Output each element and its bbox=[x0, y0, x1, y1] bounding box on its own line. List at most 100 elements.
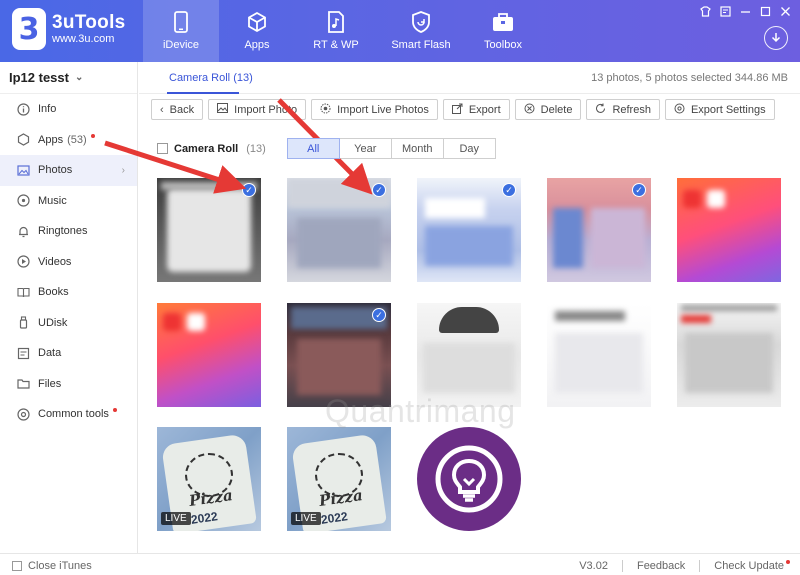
selected-check-icon: ✓ bbox=[372, 183, 386, 197]
live-badge: LIVE bbox=[291, 512, 321, 525]
restore-icon[interactable] bbox=[758, 4, 772, 18]
sidebar-item-label: Apps bbox=[38, 133, 64, 146]
download-icon[interactable] bbox=[764, 26, 788, 50]
music-file-icon bbox=[325, 11, 347, 33]
sidebar-item-label: Data bbox=[38, 347, 62, 360]
chevron-left-icon: ‹ bbox=[160, 103, 164, 116]
music-icon bbox=[16, 194, 30, 208]
photo-thumb-3[interactable]: ✓ bbox=[417, 178, 521, 282]
sidebar-item-files[interactable]: Files bbox=[0, 369, 137, 400]
sidebar-item-videos[interactable]: Videos bbox=[0, 247, 137, 278]
check-update-link[interactable]: Check Update bbox=[714, 560, 784, 572]
selected-check-icon: ✓ bbox=[502, 183, 516, 197]
nav-smart-flash[interactable]: Smart Flash bbox=[377, 0, 465, 62]
close-itunes-checkbox[interactable] bbox=[12, 561, 22, 571]
export-settings-label: Export Settings bbox=[690, 103, 766, 116]
video-icon bbox=[16, 255, 30, 269]
import-live-photos-button[interactable]: Import Live Photos bbox=[311, 99, 438, 120]
photo-thumb-4[interactable]: ✓ bbox=[547, 178, 651, 282]
sidebar-item-data[interactable]: Data bbox=[0, 338, 137, 369]
folder-icon bbox=[16, 377, 30, 391]
sidebar-item-info[interactable]: Info bbox=[0, 94, 137, 125]
photo-thumb-5[interactable] bbox=[677, 178, 781, 282]
info-icon bbox=[16, 102, 30, 116]
feedback-icon[interactable] bbox=[718, 4, 732, 18]
data-icon bbox=[16, 346, 30, 360]
status-bar: Close iTunes V3.02 Feedback Check Update bbox=[0, 553, 800, 575]
toolbox-icon bbox=[492, 11, 514, 33]
device-selector[interactable]: Ip12 tesst ⌄ bbox=[0, 62, 137, 94]
selected-check-icon: ✓ bbox=[372, 308, 386, 322]
segment-all[interactable]: All bbox=[286, 138, 340, 159]
chevron-down-icon: ⌄ bbox=[74, 72, 84, 83]
album-name: Camera Roll bbox=[174, 142, 239, 155]
segment-year[interactable]: Year bbox=[338, 138, 392, 159]
filter-bar: Camera Roll (13) All Year Month Day bbox=[157, 138, 496, 159]
skin-icon[interactable] bbox=[698, 4, 712, 18]
sidebar-item-common-tools[interactable]: Common tools bbox=[0, 399, 137, 430]
photo-thumb-9[interactable] bbox=[547, 303, 651, 407]
sidebar-item-label: Info bbox=[38, 103, 57, 116]
time-filter-segments: All Year Month Day bbox=[286, 138, 496, 159]
notification-dot bbox=[90, 133, 95, 138]
photo-thumb-13[interactable] bbox=[417, 427, 521, 531]
device-name: Ip12 tesst bbox=[9, 70, 69, 85]
refresh-button[interactable]: Refresh bbox=[586, 99, 660, 120]
sidebar-item-label: Music bbox=[38, 194, 67, 207]
refresh-icon bbox=[595, 103, 606, 117]
lightbulb-logo-icon bbox=[417, 427, 521, 531]
nav-apps[interactable]: Apps bbox=[219, 0, 295, 62]
photo-thumb-10[interactable] bbox=[677, 303, 781, 407]
sidebar-item-label: UDisk bbox=[38, 316, 68, 329]
sidebar-item-udisk[interactable]: UDisk bbox=[0, 308, 137, 339]
sidebar-item-label: Videos bbox=[38, 255, 72, 268]
nav-toolbox[interactable]: Toolbox bbox=[465, 0, 541, 62]
sidebar-item-label: Ringtones bbox=[38, 225, 88, 238]
album-count: (13) bbox=[246, 142, 266, 155]
tab-camera-roll-label: Camera Roll bbox=[169, 72, 231, 84]
photo-thumb-1[interactable]: ✓ bbox=[157, 178, 261, 282]
segment-month[interactable]: Month bbox=[390, 138, 444, 159]
segment-day[interactable]: Day bbox=[442, 138, 496, 159]
main-nav: iDevice Apps RT & WP Smart Flash Toolbox bbox=[143, 0, 541, 62]
live-badge: LIVE bbox=[161, 512, 191, 525]
tab-camera-roll[interactable]: Camera Roll (13) bbox=[169, 72, 253, 84]
sidebar-item-label: Files bbox=[38, 377, 62, 390]
nav-idevice[interactable]: iDevice bbox=[143, 0, 219, 62]
photo-thumb-12[interactable]: Pizza 2022 LIVE bbox=[287, 427, 391, 531]
feedback-link[interactable]: Feedback bbox=[637, 560, 685, 572]
sidebar-item-books[interactable]: Books bbox=[0, 277, 137, 308]
tab-underline bbox=[167, 92, 239, 94]
sidebar-item-apps[interactable]: Apps (53) bbox=[0, 125, 137, 156]
nav-smart-flash-label: Smart Flash bbox=[391, 39, 451, 51]
photo-thumb-8[interactable] bbox=[417, 303, 521, 407]
photo-thumb-2[interactable]: ✓ bbox=[287, 178, 391, 282]
live-photo-icon bbox=[320, 103, 331, 117]
photo-thumb-7[interactable]: ✓ bbox=[287, 303, 391, 407]
export-button[interactable]: Export bbox=[442, 99, 510, 120]
selected-check-icon: ✓ bbox=[632, 183, 646, 197]
nav-idevice-label: iDevice bbox=[162, 39, 200, 51]
delete-button[interactable]: Delete bbox=[514, 99, 582, 120]
sidebar-item-ringtones[interactable]: Ringtones bbox=[0, 216, 137, 247]
app-url: www.3u.com bbox=[52, 33, 115, 46]
minimize-icon[interactable] bbox=[738, 4, 752, 18]
close-icon[interactable] bbox=[778, 4, 792, 18]
export-settings-button[interactable]: Export Settings bbox=[664, 99, 775, 120]
phone-icon bbox=[170, 11, 192, 33]
photo-thumb-6[interactable] bbox=[157, 303, 261, 407]
sidebar-item-photos[interactable]: Photos › bbox=[0, 155, 137, 186]
sidebar-item-music[interactable]: Music bbox=[0, 186, 137, 217]
photo-thumb-11[interactable]: Pizza 2022 LIVE bbox=[157, 427, 261, 531]
close-itunes-option[interactable]: Close iTunes bbox=[12, 560, 92, 572]
sidebar-item-label: Photos bbox=[38, 164, 73, 177]
app-window: 3 3uTools www.3u.com iDevice Apps RT & W… bbox=[0, 0, 800, 575]
select-all-checkbox[interactable] bbox=[157, 143, 168, 154]
udisk-icon bbox=[16, 316, 30, 330]
back-button[interactable]: ‹ Back bbox=[151, 99, 204, 120]
import-photo-button[interactable]: Import Photo bbox=[208, 99, 307, 120]
cube-icon bbox=[246, 11, 268, 33]
back-button-label: Back bbox=[169, 103, 195, 116]
nav-rt-wp[interactable]: RT & WP bbox=[295, 0, 377, 62]
flash-icon bbox=[410, 11, 432, 33]
